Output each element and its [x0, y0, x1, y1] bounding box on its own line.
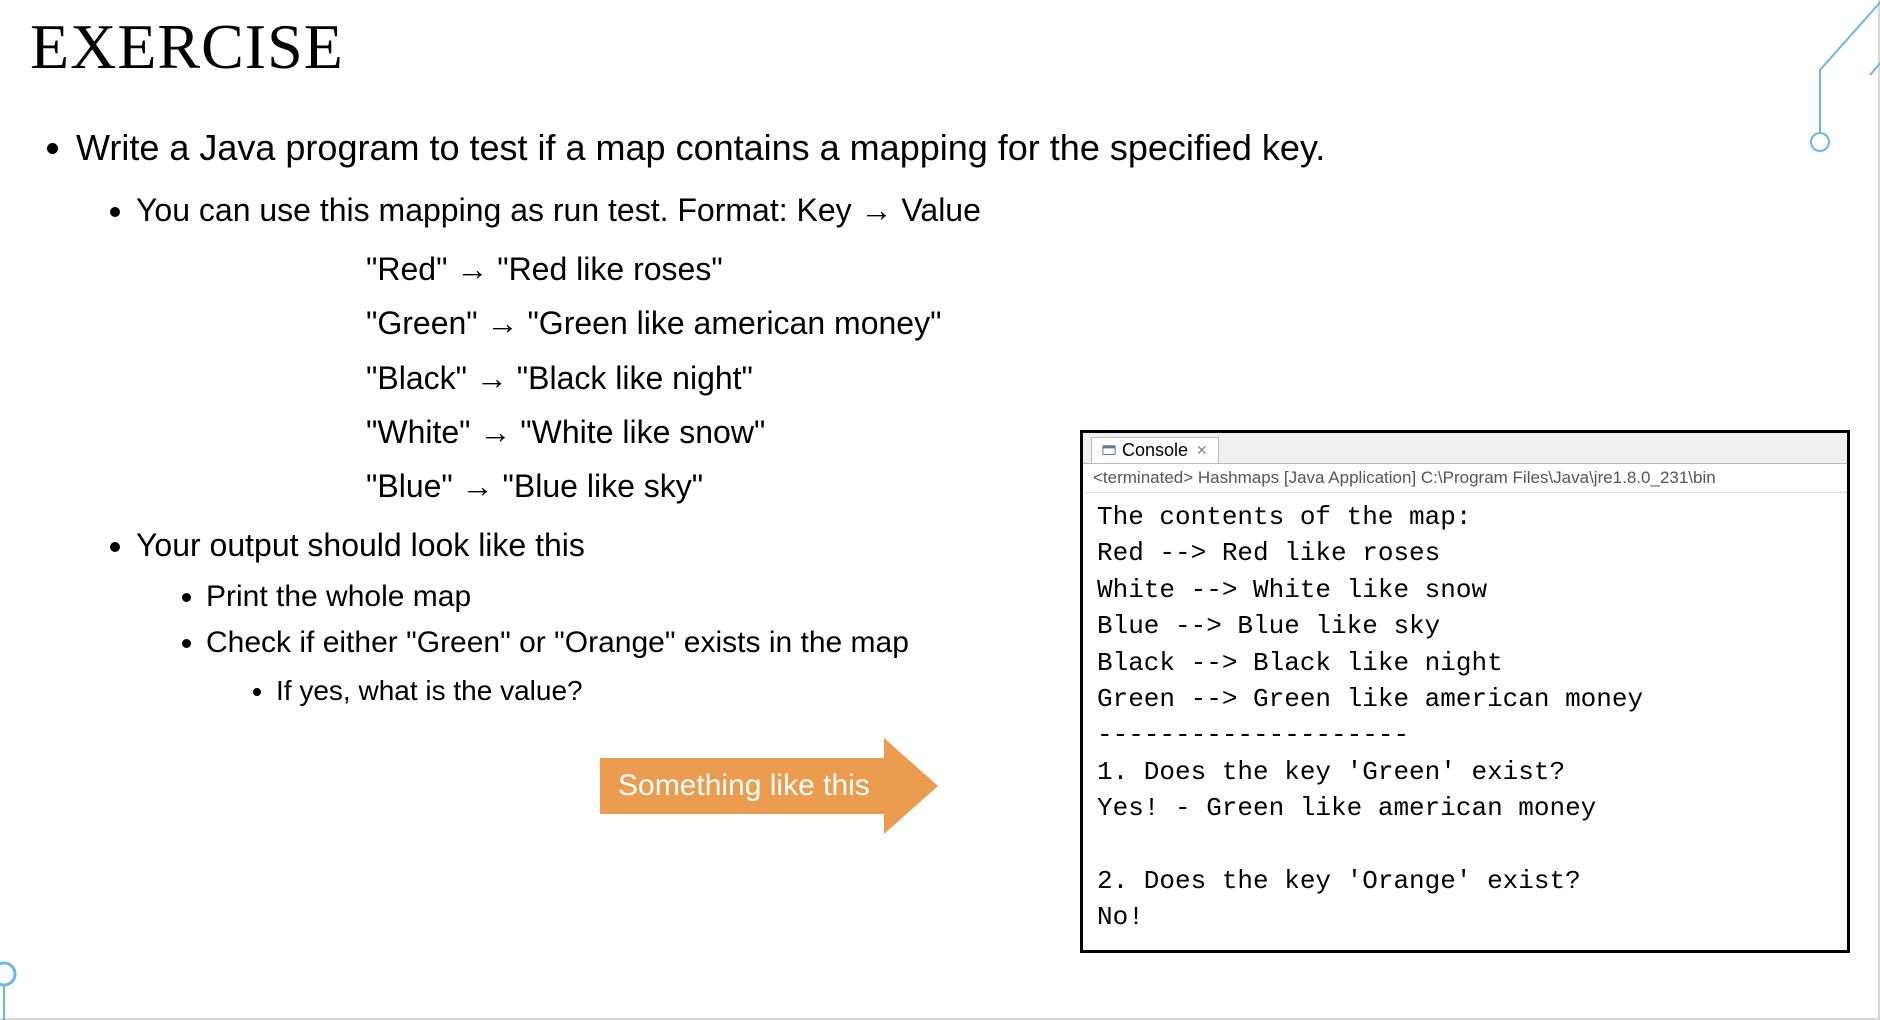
bullet-sub2b-sub-text: If yes, what is the value?	[276, 675, 583, 706]
console-terminated-line: <terminated> Hashmaps [Java Application]…	[1083, 464, 1847, 493]
console-tab-label: Console	[1122, 440, 1188, 461]
callout-arrow: Something like this	[600, 738, 938, 834]
decorative-lines-bottom-left	[0, 960, 50, 1020]
bullet-sub2b-text: Check if either "Green" or "Orange" exis…	[206, 626, 909, 659]
console-icon	[1102, 444, 1116, 458]
bullet-sub1-text: You can use this mapping as run test. Fo…	[136, 192, 981, 228]
slide: EXERCISE Write a Java program to test if…	[0, 0, 1880, 1020]
bullet-main-text: Write a Java program to test if a map co…	[76, 127, 1325, 168]
bullet-sub2-text: Your output should look like this	[136, 527, 585, 563]
callout-arrowhead-icon	[884, 738, 938, 834]
callout-label: Something like this	[600, 758, 884, 814]
close-icon[interactable]: ✕	[1196, 442, 1208, 459]
bullet-sub2a-text: Print the whole map	[206, 580, 471, 613]
mapping-line: "Red" → "Red like roses"	[366, 242, 1850, 296]
console-tab[interactable]: Console ✕	[1091, 437, 1219, 463]
mapping-line: "Black" → "Black like night"	[366, 351, 1850, 405]
console-tabbar: Console ✕	[1083, 433, 1847, 464]
slide-title: EXERCISE	[30, 10, 1850, 84]
mapping-line: "Green" → "Green like american money"	[366, 296, 1850, 350]
console-panel: Console ✕ <terminated> Hashmaps [Java Ap…	[1080, 430, 1850, 953]
console-output: The contents of the map: Red --> Red lik…	[1083, 493, 1847, 950]
